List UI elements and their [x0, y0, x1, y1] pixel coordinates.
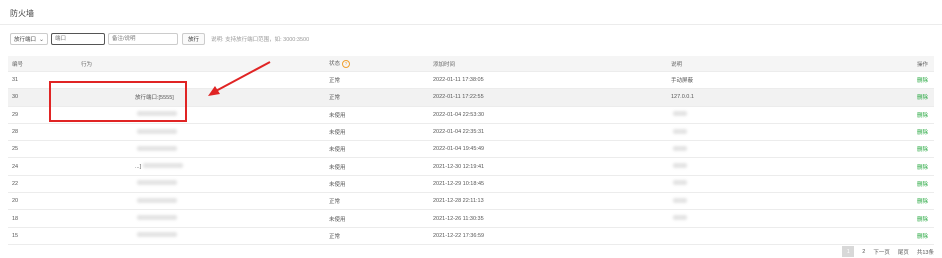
page-1[interactable]: 1: [842, 246, 855, 257]
last-page[interactable]: 尾页: [898, 248, 909, 256]
next-page[interactable]: 下一页: [873, 248, 890, 256]
pagination: 1 2 下一页 尾页 共13条: [842, 246, 934, 257]
annotation-arrow: [208, 61, 271, 96]
total-count: 共13条: [916, 249, 934, 256]
page-2[interactable]: 2: [862, 249, 865, 255]
